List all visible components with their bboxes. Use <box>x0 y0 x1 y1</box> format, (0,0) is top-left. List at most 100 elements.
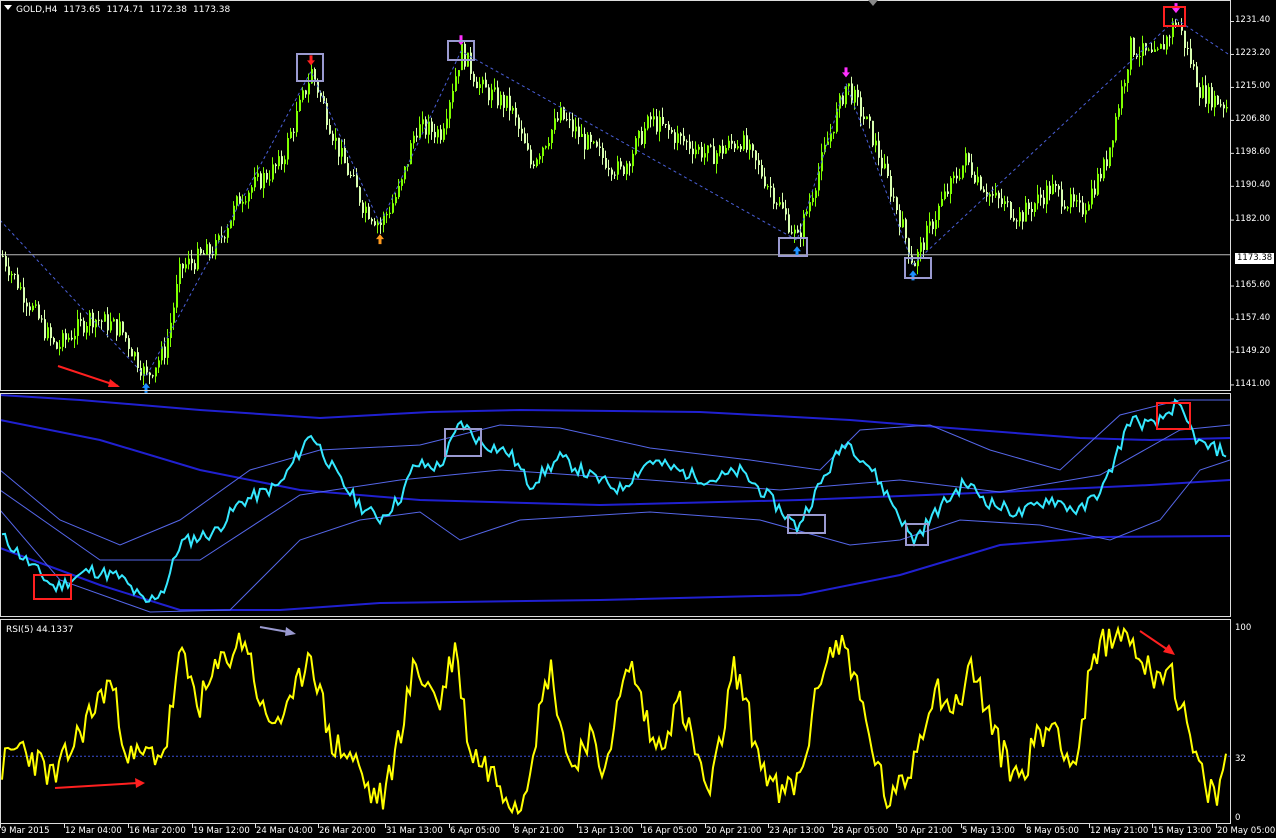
candle-body <box>899 210 901 228</box>
candle-body <box>47 327 49 339</box>
price-axis-label: 1182.00 <box>1235 214 1271 225</box>
candle-body <box>8 266 10 276</box>
candle-body <box>89 312 91 327</box>
candle-body <box>395 197 397 204</box>
candle-body <box>1058 185 1060 190</box>
candle-body <box>599 146 601 149</box>
candle-body <box>95 319 97 328</box>
candle-body <box>494 87 496 90</box>
candle-body <box>962 165 964 178</box>
candle-body <box>152 375 154 377</box>
candle-body <box>1016 220 1018 222</box>
candle-body <box>404 166 406 180</box>
candle-body <box>659 116 661 132</box>
candle-body <box>305 90 307 95</box>
candle-body <box>887 163 889 176</box>
price-axis-label: 1231.40 <box>1235 15 1271 26</box>
candle-body <box>923 242 925 250</box>
candle-body <box>1220 104 1222 106</box>
indicator-panel[interactable] <box>0 394 1231 613</box>
candle-body <box>500 94 502 106</box>
time-axis-label: 8 Apr 21:00 <box>514 826 565 836</box>
candle-body <box>668 124 670 131</box>
candle-body <box>422 119 424 125</box>
price-panel[interactable] <box>0 3 1231 393</box>
candle-body <box>1025 202 1027 222</box>
candle-body <box>308 83 310 95</box>
candle-body <box>734 143 736 149</box>
candle-body <box>101 320 103 322</box>
symbol-dropdown-icon[interactable] <box>4 3 12 11</box>
time-axis-label: 8 May 05:00 <box>1026 826 1079 836</box>
candle-body <box>536 159 538 167</box>
candle-body <box>611 169 613 175</box>
candle-body <box>1049 185 1051 194</box>
candle-body <box>602 148 604 158</box>
down-arrow-icon <box>842 67 850 78</box>
candle-body <box>854 89 856 103</box>
candle-body <box>1001 198 1003 204</box>
candle-body <box>455 76 457 91</box>
candle-body <box>1121 86 1123 109</box>
candle-body <box>1169 36 1171 38</box>
candle-body <box>641 130 643 144</box>
candle-body <box>479 84 481 88</box>
candle-body <box>197 248 199 270</box>
candle-body <box>116 319 118 336</box>
candle-body <box>1226 107 1228 109</box>
candle-body <box>1046 185 1048 205</box>
candle-body <box>188 258 190 265</box>
candle-body <box>1127 69 1129 83</box>
candle-body <box>926 225 928 250</box>
candle-body <box>581 133 583 137</box>
candle-body <box>905 219 907 239</box>
candle-body <box>1124 82 1126 87</box>
candle-body <box>329 125 331 134</box>
candle-body <box>254 176 256 188</box>
time-axis-label: 20 May 05:00 <box>1217 826 1276 836</box>
candle-body <box>20 287 22 289</box>
candle-body <box>935 219 937 230</box>
candle-body <box>140 368 142 376</box>
candle-body <box>59 346 61 349</box>
candle-body <box>341 148 343 157</box>
candle-body <box>698 146 700 150</box>
candle-body <box>413 135 415 144</box>
candle-body <box>458 70 460 77</box>
candle-body <box>431 121 433 132</box>
candle-body <box>272 164 274 180</box>
time-axis-label: 5 May 13:00 <box>962 826 1015 836</box>
candle-body <box>242 201 244 204</box>
candle-body <box>869 116 871 121</box>
candle-body <box>1148 49 1150 51</box>
candle-body <box>560 107 562 121</box>
candle-body <box>815 190 817 198</box>
candle-body <box>470 52 472 74</box>
candle-body <box>275 164 277 167</box>
candle-body <box>170 322 172 339</box>
candle-body <box>692 148 694 155</box>
candle-body <box>86 326 88 333</box>
candle-body <box>1196 66 1198 88</box>
price-axis-label: 1206.80 <box>1235 114 1271 125</box>
candle-body <box>515 107 517 118</box>
time-axis-label: 16 Apr 05:00 <box>642 826 698 836</box>
candle-body <box>107 314 109 331</box>
chart-shift-marker[interactable] <box>868 0 878 6</box>
candle-body <box>803 213 805 239</box>
candle-body <box>401 179 403 186</box>
candle-body <box>524 133 526 144</box>
trading-chart[interactable] <box>0 0 1276 838</box>
candle-body <box>1055 183 1057 186</box>
down-arrow-icon <box>307 55 315 66</box>
candle-body <box>17 274 19 289</box>
candle-body <box>281 156 283 165</box>
candle-body <box>1211 87 1213 108</box>
candle-body <box>179 263 181 285</box>
candle-body <box>788 214 790 233</box>
candle-body <box>629 163 631 167</box>
rsi-panel[interactable] <box>0 625 1230 816</box>
candle-body <box>662 116 664 125</box>
candle-body <box>866 116 868 120</box>
annotation-arrow <box>259 626 289 633</box>
